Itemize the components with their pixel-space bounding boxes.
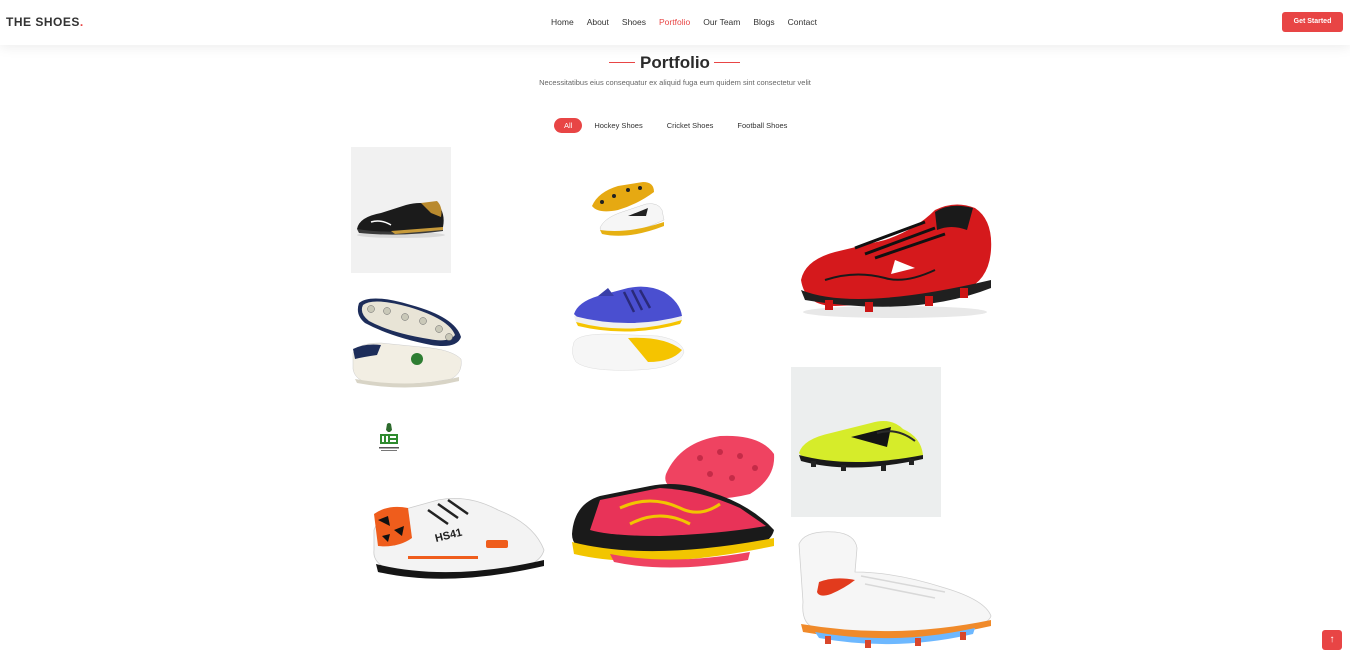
back-to-top-button[interactable]: ↑ [1322, 630, 1342, 650]
hs-logo-image [379, 423, 399, 451]
portfolio-item-hs-logo[interactable] [376, 422, 402, 454]
nav-about[interactable]: About [587, 17, 609, 27]
portfolio-item-cricket-spike-shoe[interactable] [351, 293, 465, 389]
black-gold-shoe-image [357, 201, 445, 238]
section-subtitle: Necessitatibus eius consequatur ex aliqu… [539, 78, 811, 87]
nav-portfolio[interactable]: Portfolio [659, 17, 690, 27]
site-header: THE SHOES. Home About Shoes Portfolio Ou… [0, 0, 1350, 45]
portfolio-item-red-football-boot[interactable] [795, 200, 995, 322]
title-line-right [714, 62, 740, 63]
red-football-boot-image [801, 204, 992, 318]
cricket-spike-shoe-image [352, 298, 462, 388]
white-yellow-shoe-image [592, 182, 665, 236]
filter-cricket-shoes[interactable]: Cricket Shoes [655, 118, 726, 133]
logo-text: THE SHOES [6, 15, 80, 29]
filter-football-shoes[interactable]: Football Shoes [725, 118, 799, 133]
section-title: Portfolio [640, 53, 710, 72]
logo[interactable]: THE SHOES. [6, 15, 84, 29]
nav-home[interactable]: Home [551, 17, 574, 27]
nav-contact[interactable]: Contact [788, 17, 817, 27]
filter-all[interactable]: All [554, 118, 583, 133]
main-nav: Home About Shoes Portfolio Our Team Blog… [551, 17, 830, 27]
portfolio-item-blue-hockey-shoe[interactable] [568, 278, 688, 376]
logo-dot: . [79, 15, 84, 29]
filter-hockey-shoes[interactable]: Hockey Shoes [582, 118, 654, 133]
nav-our-team[interactable]: Our Team [703, 17, 740, 27]
white-high-top-boot-image [798, 531, 992, 648]
nav-shoes[interactable]: Shoes [622, 17, 646, 27]
portfolio-item-lime-football-boot[interactable] [791, 367, 941, 517]
pink-hockey-shoe-image [572, 435, 775, 568]
blue-hockey-shoe-image [572, 286, 685, 371]
orange-camo-shoe-image: HS41 [373, 497, 545, 579]
nav-blogs[interactable]: Blogs [753, 17, 774, 27]
lime-football-boot-image [799, 421, 923, 471]
portfolio-item-pink-hockey-shoe[interactable] [570, 434, 778, 570]
portfolio-item-white-high-top-boot[interactable] [795, 528, 995, 650]
portfolio-item-black-gold-shoe[interactable] [351, 147, 451, 273]
portfolio-item-orange-camo-shoe[interactable]: HS41 [368, 490, 548, 582]
arrow-up-icon: ↑ [1329, 634, 1335, 645]
get-started-button[interactable]: Get Started [1282, 12, 1343, 32]
portfolio-filters: All Hockey Shoes Cricket Shoes Football … [554, 118, 799, 133]
portfolio-item-white-yellow-shoe[interactable] [588, 178, 666, 240]
